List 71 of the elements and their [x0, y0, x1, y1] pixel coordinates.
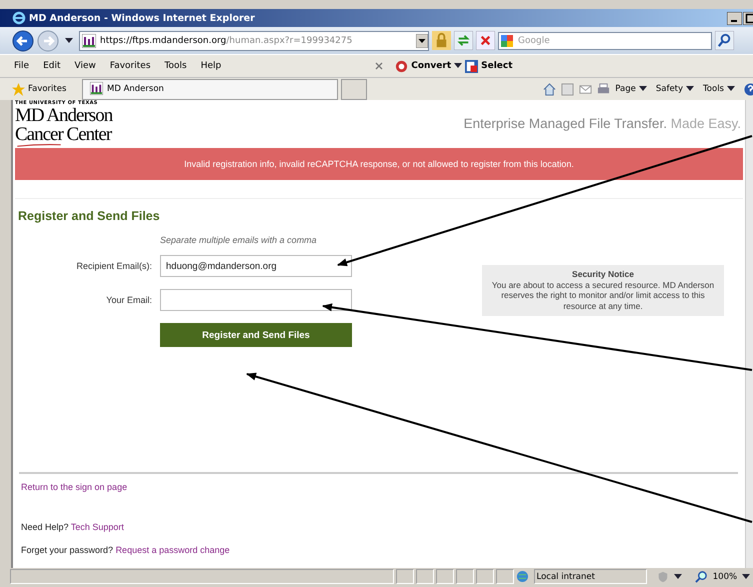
email-field[interactable]: hduong@mdanderson.org [160, 255, 352, 277]
email-field[interactable] [160, 289, 352, 311]
search-icon[interactable] [715, 31, 734, 50]
browser-logo-icon [12, 11, 26, 25]
notice-text: You are about to access a secured resource. MD Anderson reserves the right to monitor and/or limit access to this resource at any time. [490, 280, 716, 312]
window-title: MD Anderson - Windows Internet Explorer [29, 12, 256, 24]
logo-swoosh-icon [15, 144, 63, 147]
form-heading: Register and Send Files [18, 209, 161, 223]
dropdown-icon[interactable] [727, 86, 735, 92]
dropdown-icon[interactable] [638, 86, 647, 92]
back-button[interactable] [12, 30, 34, 52]
help-text: Need Help? [21, 522, 69, 532]
address-field[interactable]: https://ftps.mdanderson.org/human.aspx?r=199934275 [79, 30, 429, 50]
zoom-level[interactable]: 100% [712, 572, 738, 582]
minimize-button[interactable] [727, 12, 742, 24]
search-field[interactable]: Google [498, 32, 712, 50]
dropdown-icon[interactable] [674, 574, 682, 580]
site-icon [82, 34, 96, 48]
stop-icon[interactable] [476, 31, 495, 50]
command-menu[interactable]: Safety [656, 84, 684, 94]
return-link[interactable]: Return to the sign on page [21, 482, 128, 492]
dropdown-icon[interactable] [742, 574, 750, 580]
menu-item[interactable]: Favorites [110, 61, 151, 71]
search-provider-icon [501, 34, 513, 46]
command-menu[interactable]: Page [615, 84, 636, 94]
menu-item[interactable]: View [74, 61, 96, 71]
status-pane [476, 569, 494, 584]
password-change-link[interactable]: Request a password change [116, 545, 230, 555]
browser-tab[interactable]: MD Anderson [82, 78, 338, 100]
scrollbar[interactable] [745, 100, 753, 568]
zoom-icon[interactable] [694, 570, 708, 583]
star-icon[interactable] [12, 82, 25, 96]
menu-item[interactable]: Edit [43, 61, 60, 71]
home-icon[interactable] [543, 82, 556, 96]
printer-icon[interactable] [597, 82, 610, 96]
menu-item[interactable]: Tools [164, 61, 187, 71]
select-button[interactable]: Select [481, 61, 513, 71]
tagline: Enterprise Managed File Transfer. Made Easy. [464, 116, 741, 131]
refresh-icon[interactable] [454, 31, 473, 50]
password-text: Forget your password? [21, 545, 114, 555]
field-hint: Separate multiple emails with a comma [160, 235, 318, 245]
menu-item[interactable]: File [14, 61, 30, 71]
logo-text: Cancer Center [15, 125, 112, 144]
convert-icon[interactable] [395, 60, 408, 72]
select-icon[interactable] [465, 60, 478, 72]
field-label: Recipient Email(s): [75, 261, 153, 271]
security-zone: Local intranet [534, 569, 647, 584]
dropdown-icon[interactable] [454, 63, 462, 69]
globe-icon [516, 570, 528, 583]
dropdown-icon[interactable] [416, 34, 428, 48]
error-banner: Invalid registration info, invalid reCAPTCHA response, or not allowed to register from this location. [15, 148, 743, 180]
lock-icon [432, 31, 451, 50]
dropdown-icon[interactable] [686, 86, 694, 92]
menu-item[interactable]: Help [200, 61, 222, 71]
close-icon[interactable] [375, 62, 384, 70]
register-button[interactable]: Register and Send Files [160, 323, 352, 347]
status-pane [416, 569, 434, 584]
status-pane [396, 569, 414, 584]
status-pane [496, 569, 514, 584]
site-icon [90, 82, 103, 95]
status-pane [436, 569, 454, 584]
field-label: Your Email: [105, 295, 153, 305]
mail-icon[interactable] [579, 82, 592, 96]
convert-button[interactable]: Convert [411, 61, 452, 71]
notice-title: Security Notice [571, 269, 635, 280]
favorites-button[interactable]: Favorites [28, 84, 82, 94]
dropdown-icon[interactable] [65, 38, 73, 44]
logo-text: MD Anderson [15, 106, 112, 125]
command-menu[interactable]: Tools [703, 84, 724, 94]
status-pane [456, 569, 474, 584]
tech-support-link[interactable]: Tech Support [70, 522, 124, 532]
